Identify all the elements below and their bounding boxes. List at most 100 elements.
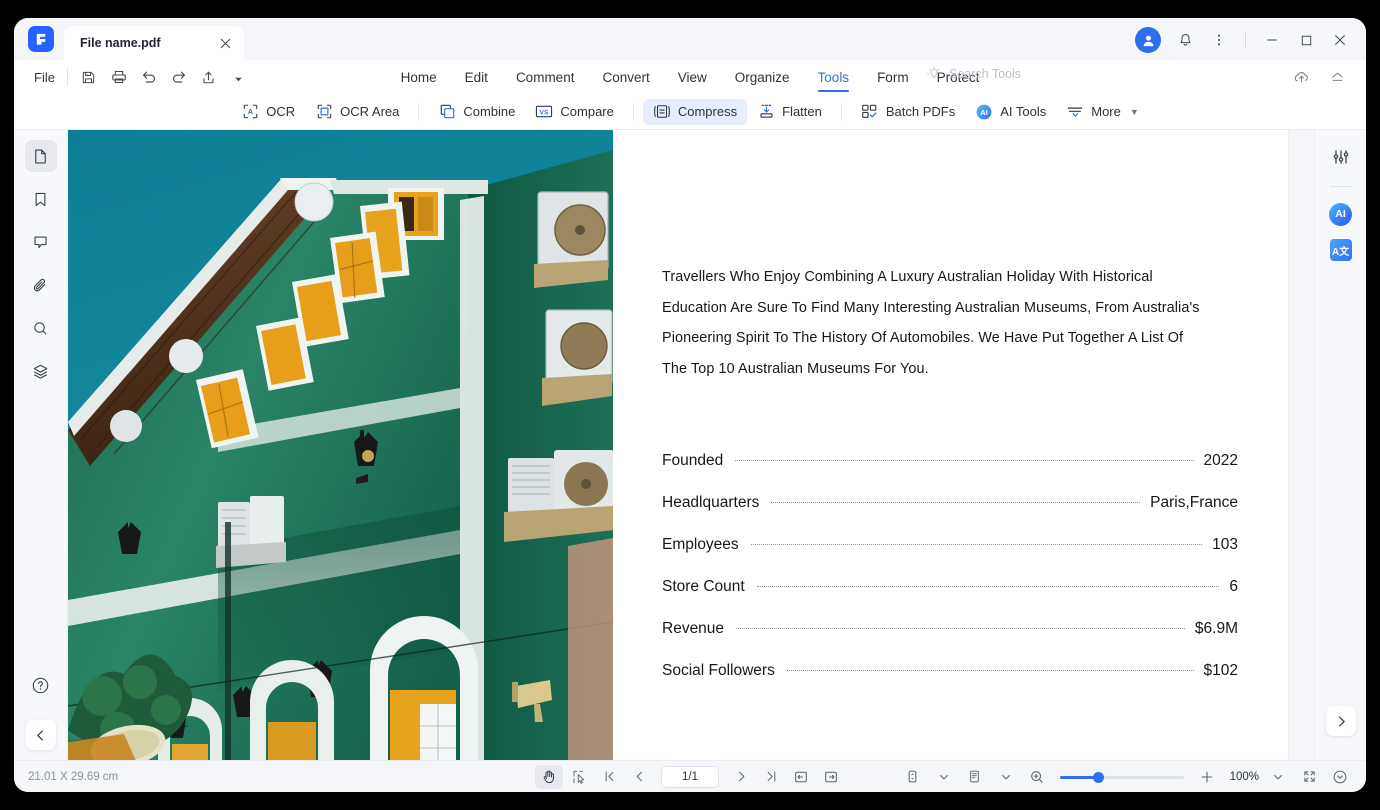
save-icon[interactable]	[74, 64, 104, 90]
user-avatar-icon[interactable]	[1135, 27, 1161, 53]
translate-button[interactable]: A文	[1326, 235, 1356, 265]
ai-tools-button[interactable]: AI AI Tools	[965, 99, 1056, 125]
document-tab[interactable]: File name.pdf	[64, 26, 244, 60]
list-item: Social Followers $102	[662, 662, 1238, 704]
next-page-icon[interactable]	[727, 765, 755, 789]
ai-assistant-button[interactable]: AI	[1326, 199, 1356, 229]
document-canvas[interactable]: Travellers Who Enjoy Combining A Luxury …	[68, 130, 1314, 760]
ribbon-right-actions	[1286, 64, 1352, 90]
page-indicator[interactable]: 1/1	[661, 765, 719, 788]
more-lines-icon	[1066, 103, 1084, 121]
row-value: Paris,France	[1150, 494, 1238, 511]
zoom-slider[interactable]	[1059, 770, 1184, 784]
maximize-icon[interactable]	[1290, 26, 1322, 54]
sidebar-item-thumbnails[interactable]	[24, 140, 57, 172]
ocr-button[interactable]: A OCR	[231, 99, 305, 125]
redo-icon[interactable]	[164, 64, 194, 90]
svg-text:VS: VS	[540, 110, 549, 117]
row-label: Employees	[662, 536, 739, 553]
page-layout-icon[interactable]	[961, 765, 989, 789]
close-icon[interactable]	[216, 34, 234, 52]
tab-form[interactable]: Form	[863, 66, 923, 89]
green-building-photo	[68, 130, 613, 760]
sidebar-item-attachments[interactable]	[25, 269, 57, 301]
share-icon[interactable]	[194, 64, 224, 90]
fullscreen-icon[interactable]	[1295, 765, 1323, 789]
row-label: Headlquarters	[662, 494, 760, 511]
fit-page-icon[interactable]	[787, 765, 815, 789]
row-value: 6	[1229, 578, 1238, 595]
search-input[interactable]: Search Tools	[949, 67, 1021, 81]
row-value: $6.9M	[1194, 620, 1238, 637]
tab-organize[interactable]: Organize	[721, 66, 804, 89]
help-button[interactable]	[25, 669, 57, 701]
close-window-icon[interactable]	[1324, 26, 1356, 54]
status-bar: 21.01 X 29.69 cm 1/1 100%	[14, 760, 1366, 792]
undo-icon[interactable]	[134, 64, 164, 90]
sidebar-item-bookmarks[interactable]	[25, 183, 57, 215]
chevron-down-filled-icon[interactable]	[224, 64, 254, 90]
zoom-magnifier-icon[interactable]	[1023, 765, 1051, 789]
ai-icon: AI	[1329, 202, 1352, 226]
file-menu-button[interactable]: File	[14, 70, 67, 85]
title-bar: File name.pdf	[14, 18, 1366, 60]
tab-edit[interactable]: Edit	[451, 66, 502, 89]
tab-view[interactable]: View	[664, 66, 721, 89]
zoom-in-icon[interactable]	[1193, 765, 1221, 789]
ocr-area-button[interactable]: OCR Area	[305, 99, 409, 125]
left-sidebar	[14, 130, 68, 760]
slider-knob[interactable]	[1093, 771, 1105, 783]
tab-tools[interactable]: Tools	[804, 66, 864, 92]
compare-button[interactable]: VS Compare	[525, 99, 623, 125]
compare-label: Compare	[560, 104, 614, 119]
tab-convert[interactable]: Convert	[588, 66, 663, 89]
print-icon[interactable]	[104, 64, 134, 90]
fit-width-icon[interactable]	[817, 765, 845, 789]
document-paragraph: Travellers Who Enjoy Combining A Luxury …	[662, 269, 1200, 377]
bell-icon[interactable]	[1169, 26, 1201, 54]
compress-icon	[653, 103, 671, 121]
last-page-icon[interactable]	[757, 765, 785, 789]
tab-comment[interactable]: Comment	[502, 66, 589, 89]
chevron-down-icon: ▼	[1129, 106, 1139, 117]
lightbulb-icon	[926, 66, 942, 82]
combine-button[interactable]: Combine	[428, 99, 525, 125]
prev-page-icon[interactable]	[625, 765, 653, 789]
properties-button[interactable]	[1326, 142, 1356, 172]
collapse-left-panel-button[interactable]	[25, 720, 56, 750]
compress-button[interactable]: Compress	[642, 98, 748, 125]
hand-tool-icon[interactable]	[535, 764, 563, 789]
minimize-icon[interactable]	[1256, 26, 1288, 54]
list-item: Headlquarters Paris,France	[662, 494, 1238, 536]
divider	[632, 102, 634, 121]
zoom-level-label[interactable]: 100%	[1230, 771, 1259, 783]
collapse-ribbon-icon[interactable]	[1322, 64, 1352, 90]
first-page-icon[interactable]	[595, 765, 623, 789]
sidebar-item-layers[interactable]	[25, 355, 57, 387]
next-page-button[interactable]	[1326, 706, 1356, 736]
kebab-menu-icon[interactable]	[1203, 26, 1235, 54]
row-value: 2022	[1203, 452, 1238, 469]
tab-home[interactable]: Home	[387, 66, 451, 89]
select-tool-icon[interactable]	[565, 765, 593, 789]
sidebar-item-search[interactable]	[25, 312, 57, 344]
chevron-down-circle-icon[interactable]	[1326, 765, 1354, 789]
list-item: Revenue $6.9M	[662, 620, 1238, 662]
ocr-icon: A	[241, 103, 259, 121]
list-item: Employees 103	[662, 536, 1238, 578]
chevron-down-icon[interactable]	[992, 765, 1020, 789]
menu-bar: File Home Edit Comment Convert View Orga…	[14, 60, 1366, 94]
cloud-upload-icon[interactable]	[1286, 64, 1316, 90]
row-label: Store Count	[662, 578, 745, 595]
batch-pdfs-button[interactable]: Batch PDFs	[851, 99, 965, 125]
flatten-icon	[757, 103, 775, 121]
more-tools-label: More	[1091, 104, 1121, 119]
divider	[418, 102, 420, 121]
chevron-down-icon[interactable]	[1264, 765, 1292, 789]
flatten-button[interactable]: Flatten	[747, 99, 832, 125]
more-tools-button[interactable]: More ▼	[1056, 99, 1149, 125]
sidebar-item-comments[interactable]	[25, 226, 57, 258]
search-tools-box[interactable]: Search Tools	[926, 66, 1021, 82]
scroll-mode-icon[interactable]	[899, 765, 927, 789]
chevron-down-icon[interactable]	[930, 765, 958, 789]
